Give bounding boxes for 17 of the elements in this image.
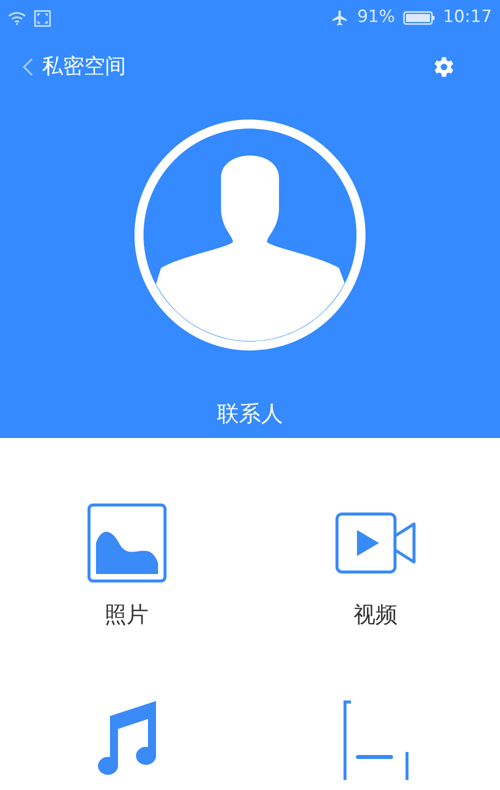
image-icon [86, 503, 166, 583]
back-icon[interactable] [22, 57, 34, 77]
airplane-icon [331, 9, 350, 27]
contacts-label: 联系人 [217, 401, 283, 429]
battery-icon [403, 10, 435, 26]
wifi-icon [8, 11, 26, 25]
clock-time: 10:17 [443, 6, 492, 30]
document-icon [342, 700, 408, 780]
screenshot-icon [34, 10, 51, 26]
avatar[interactable] [133, 118, 367, 352]
category-label: 照片 [104, 602, 148, 630]
battery-percent: 91% [357, 6, 395, 30]
video-camera-icon [334, 512, 416, 574]
category-label: 视频 [354, 602, 398, 630]
category-item[interactable]: 照片 [2, 503, 251, 632]
category-item[interactable]: 视频 [251, 503, 500, 632]
page-title: 私密空间 [42, 53, 126, 80]
